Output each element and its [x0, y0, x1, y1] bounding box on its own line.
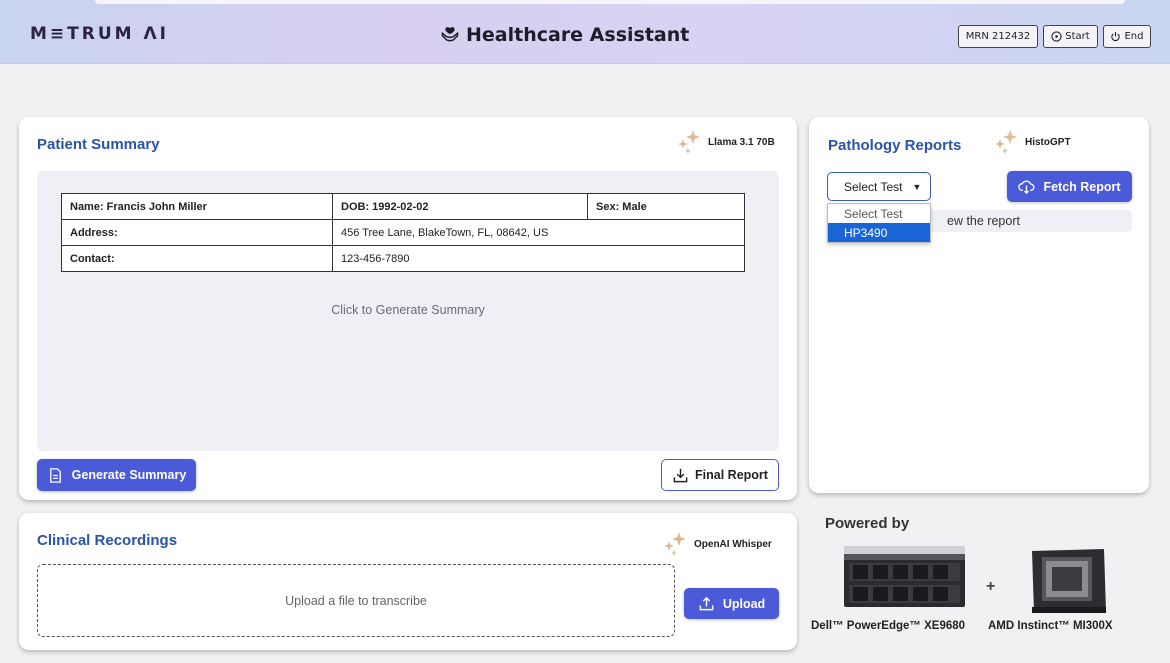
summary-area[interactable]: Name: Francis John Miller DOB: 1992-02-0…: [37, 171, 779, 451]
pathology-reports-card: Pathology Reports HistoGPT ew the report…: [809, 117, 1149, 493]
final-report-button[interactable]: Final Report: [661, 459, 779, 491]
end-label: End: [1124, 31, 1144, 42]
clinical-recordings-title: Clinical Recordings: [37, 532, 178, 549]
address-value-cell: 456 Tree Lane, BlakeTown, FL, 08642, US: [332, 219, 745, 246]
model-tag-llama: Llama 3.1 70B: [676, 129, 775, 155]
hardware-label-amd: AMD Instinct™ MI300X: [988, 620, 1113, 632]
start-label: Start: [1065, 31, 1090, 42]
generate-summary-button[interactable]: Generate Summary: [37, 459, 196, 491]
heart-hands-icon: [441, 27, 459, 42]
end-button[interactable]: End: [1103, 25, 1151, 48]
clinical-recordings-card: Clinical Recordings OpenAI Whisper Uploa…: [19, 513, 797, 650]
upload-label: Upload: [722, 596, 766, 611]
address-label-cell: Address:: [61, 219, 333, 246]
patient-info-table: Name: Francis John Miller DOB: 1992-02-0…: [61, 193, 745, 272]
mrn-badge: MRN 212432: [958, 25, 1038, 48]
gpu-chip-image: [1032, 549, 1106, 613]
model-tag-whisper: OpenAI Whisper: [662, 531, 772, 557]
app-title: Healthcare Assistant: [440, 24, 689, 46]
patient-dob-cell: DOB: 1992-02-02: [332, 193, 588, 220]
sparkle-icon: [995, 130, 1017, 154]
patient-name-cell: Name: Francis John Miller: [61, 193, 333, 220]
test-select[interactable]: Select Test ▼: [827, 172, 931, 201]
sparkle-icon: [678, 130, 700, 154]
top-header: M≡TRUM ΛI Healthcare Assistant MRN 21243…: [0, 0, 1170, 64]
upload-icon: [699, 596, 714, 611]
metrum-logo: M≡TRUM ΛI: [30, 24, 169, 44]
table-row: Contact: 123-456-7890: [61, 245, 745, 272]
model-name: Llama 3.1 70B: [708, 136, 775, 148]
fetch-report-button[interactable]: Fetch Report: [1007, 171, 1132, 202]
generate-summary-label: Generate Summary: [71, 468, 187, 482]
model-tag-histogpt: HistoGPT: [993, 129, 1071, 155]
patient-summary-title: Patient Summary: [37, 136, 160, 153]
table-row: Address: 456 Tree Lane, BlakeTown, FL, 0…: [61, 219, 745, 246]
play-circle-icon: [1051, 31, 1062, 42]
download-icon: [673, 468, 688, 482]
browser-strip: [95, 0, 1125, 4]
hardware-label-dell: Dell™ PowerEdge™ XE9680: [811, 620, 966, 632]
upload-button[interactable]: Upload: [684, 588, 779, 619]
test-select-dropdown: Select Test HP3490: [827, 203, 931, 243]
patient-summary-card: Patient Summary Llama 3.1 70B Name: Fran…: [19, 117, 797, 500]
server-image: [844, 546, 965, 607]
test-select-value: Select Test: [844, 179, 903, 194]
patient-sex-cell: Sex: Male: [587, 193, 745, 220]
model-name: OpenAI Whisper: [694, 538, 772, 550]
powered-by-title: Powered by: [825, 515, 910, 532]
power-icon: [1111, 31, 1121, 42]
dropdown-option[interactable]: HP3490: [828, 223, 930, 242]
start-button[interactable]: Start: [1043, 25, 1098, 48]
table-row: Name: Francis John Miller DOB: 1992-02-0…: [61, 193, 745, 220]
sparkle-icon: [664, 532, 686, 556]
pathology-reports-title: Pathology Reports: [828, 137, 962, 154]
upload-hint: Upload a file to transcribe: [285, 593, 427, 608]
chevron-down-icon: ▼: [912, 181, 922, 192]
final-report-label: Final Report: [695, 468, 768, 482]
document-icon: [49, 467, 61, 483]
plus-sign: +: [986, 578, 996, 595]
dropdown-option[interactable]: Select Test: [828, 204, 930, 223]
contact-label-cell: Contact:: [61, 245, 333, 272]
report-hint-text: ew the report: [947, 214, 1020, 228]
contact-value-cell: 123-456-7890: [332, 245, 745, 272]
app-title-text: Healthcare Assistant: [466, 24, 690, 46]
upload-dropzone[interactable]: Upload a file to transcribe: [37, 564, 675, 637]
generate-summary-hint[interactable]: Click to Generate Summary: [37, 303, 779, 317]
fetch-report-label: Fetch Report: [1043, 179, 1121, 194]
cloud-download-icon: [1018, 180, 1035, 195]
model-name: HistoGPT: [1025, 136, 1071, 148]
